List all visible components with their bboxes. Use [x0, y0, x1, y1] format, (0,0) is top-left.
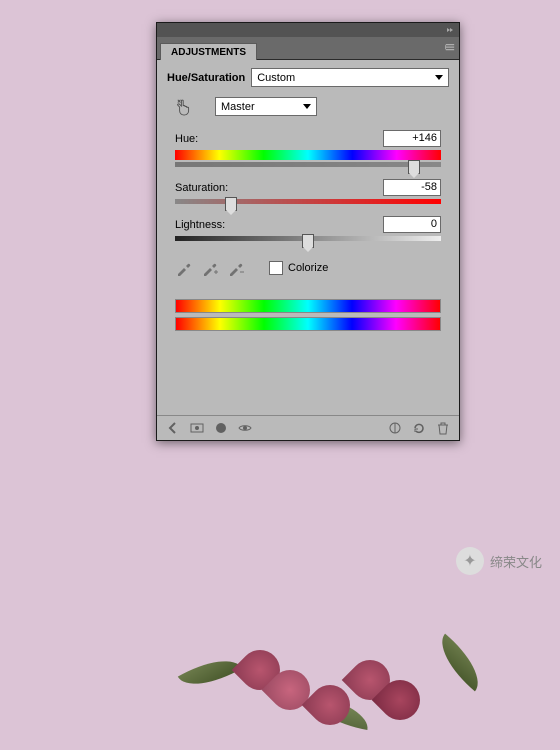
saturation-slider[interactable]	[175, 199, 441, 204]
eyedropper-minus-icon[interactable]	[227, 259, 245, 277]
hue-label: Hue:	[175, 133, 383, 145]
adjustments-panel: ADJUSTMENTS Hue/Saturation Custom Master…	[156, 22, 460, 441]
hue-spectrum	[175, 150, 441, 160]
watermark-icon: ✦	[456, 547, 484, 575]
hue-slider-thumb[interactable]	[408, 160, 420, 174]
lightness-value-input[interactable]: 0	[383, 216, 441, 233]
channel-value: Master	[221, 101, 255, 113]
hue-saturation-title: Hue/Saturation	[167, 72, 245, 84]
colorize-label: Colorize	[288, 262, 328, 274]
panel-menu-icon[interactable]	[445, 43, 455, 53]
output-color-bar	[175, 317, 441, 331]
panel-body: Hue/Saturation Custom Master Hue: +146	[157, 60, 459, 415]
watermark-text: 缔荣文化	[490, 552, 542, 571]
lightness-slider-thumb[interactable]	[302, 234, 314, 248]
saturation-label: Saturation:	[175, 182, 383, 194]
tab-adjustments[interactable]: ADJUSTMENTS	[160, 43, 257, 60]
watermark: ✦ 缔荣文化	[456, 547, 542, 575]
panel-footer	[157, 415, 459, 440]
preset-select[interactable]: Custom	[251, 68, 449, 87]
panel-header-bar[interactable]	[157, 23, 459, 37]
saturation-value-input[interactable]: -58	[383, 179, 441, 196]
lightness-slider[interactable]	[175, 236, 441, 241]
channel-select[interactable]: Master	[215, 97, 317, 116]
eye-icon[interactable]	[237, 420, 253, 436]
colorize-checkbox[interactable]	[269, 261, 283, 275]
adjustment-layer-icon[interactable]	[189, 420, 205, 436]
eyedropper-plus-icon[interactable]	[201, 259, 219, 277]
back-arrow-icon[interactable]	[165, 420, 181, 436]
collapse-icon[interactable]	[445, 25, 455, 35]
lightness-label: Lightness:	[175, 219, 383, 231]
saturation-slider-thumb[interactable]	[225, 197, 237, 211]
targeted-adjustment-icon[interactable]	[175, 98, 195, 116]
reset-icon[interactable]	[411, 420, 427, 436]
clip-icon[interactable]	[387, 420, 403, 436]
input-color-bar	[175, 299, 441, 313]
trash-icon[interactable]	[435, 420, 451, 436]
hue-value-input[interactable]: +146	[383, 130, 441, 147]
chevron-down-icon	[435, 75, 443, 80]
chevron-down-icon	[303, 104, 311, 109]
preset-value: Custom	[257, 72, 295, 84]
eyedropper-icon[interactable]	[175, 259, 193, 277]
tab-strip: ADJUSTMENTS	[157, 37, 459, 60]
view-icon[interactable]	[213, 420, 229, 436]
hue-slider[interactable]	[175, 162, 441, 167]
